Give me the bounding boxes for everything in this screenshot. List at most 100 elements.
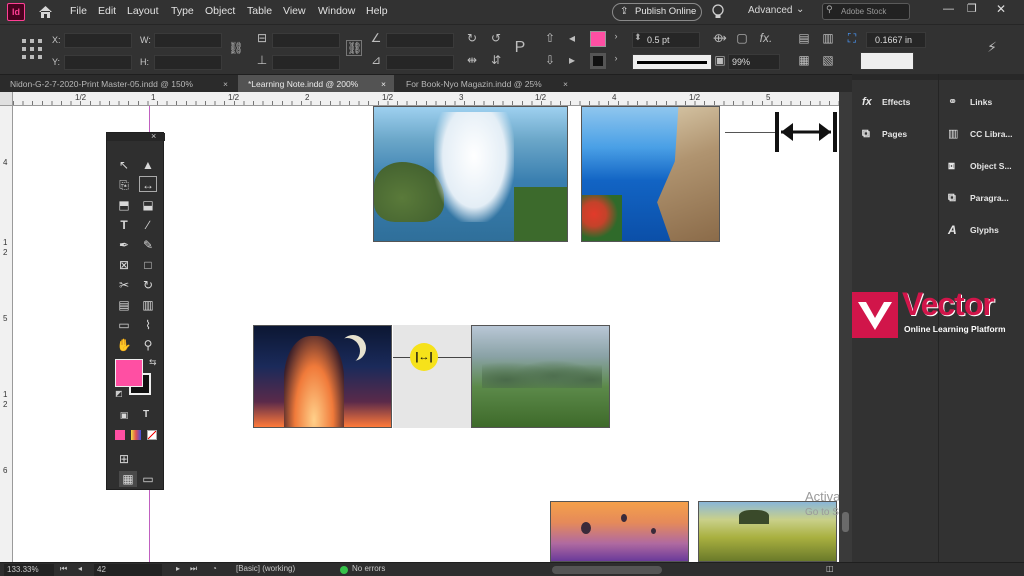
direct-selection-tool-icon[interactable]: ▲ — [139, 157, 157, 173]
shear-angle-icon[interactable]: ⊿ — [368, 53, 384, 67]
select-container-icon[interactable]: ⇧ — [542, 31, 558, 45]
close-icon[interactable]: × — [223, 75, 228, 93]
quick-apply-icon[interactable]: ⚡ — [984, 39, 1000, 56]
rotate-cw-icon[interactable]: ↻ — [464, 31, 480, 45]
flip-vertical-icon[interactable]: ⇵ — [488, 53, 504, 67]
formatting-text-icon[interactable]: T — [137, 407, 155, 423]
scissors-tool-icon[interactable]: ✂ — [115, 277, 133, 293]
zoom-field[interactable]: 133.33% — [4, 564, 54, 576]
gap-tool-icon[interactable]: ↔ — [139, 176, 157, 192]
menu-edit[interactable]: Edit — [98, 5, 116, 17]
gradient-feather-tool-icon[interactable]: ▥ — [139, 297, 157, 313]
stroke-weight-field[interactable]: 0.5 pt — [632, 32, 700, 48]
horizontal-scrollbar[interactable] — [552, 566, 662, 574]
normal-view-icon[interactable]: ⊞ — [115, 451, 133, 467]
content-placer-icon[interactable]: ⬓ — [139, 197, 157, 213]
stroke-swatch[interactable] — [590, 53, 606, 69]
restore-icon[interactable]: ❐ — [967, 2, 977, 15]
scrollbar-thumb[interactable] — [842, 512, 849, 532]
x-field[interactable] — [64, 33, 132, 48]
select-next-icon[interactable]: ▸ — [564, 53, 580, 67]
lightbulb-icon[interactable] — [711, 4, 725, 20]
menu-view[interactable]: View — [283, 5, 306, 17]
hand-tool-icon[interactable]: ✋ — [115, 337, 133, 353]
pencil-tool-icon[interactable]: ✎ — [139, 237, 157, 253]
waterfall-image[interactable] — [373, 106, 568, 242]
panel-effects[interactable]: fx Effects — [852, 86, 938, 118]
type-tool-icon[interactable]: T — [115, 217, 133, 233]
tab-print-master[interactable]: Nidon-G-2-7-2020-Print Master-05.indd @ … — [0, 75, 236, 93]
menu-help[interactable]: Help — [366, 5, 388, 17]
gap-field[interactable]: 0.1667 in — [866, 32, 926, 48]
home-icon[interactable] — [38, 5, 53, 19]
scale-x-field[interactable] — [272, 33, 340, 48]
rotate-angle-icon[interactable]: ∠ — [368, 31, 384, 45]
align-center-icon[interactable]: ▥ — [820, 31, 836, 45]
rotate-tool-icon[interactable]: ↻ — [139, 277, 157, 293]
adobe-stock-search[interactable]: Adobe Stock — [822, 3, 910, 20]
preflight-icon[interactable]: ◔ — [212, 564, 217, 573]
apply-gradient-icon[interactable] — [131, 430, 141, 440]
distribute-v-icon[interactable]: ▧ — [820, 53, 836, 67]
scale-y-field[interactable] — [272, 55, 340, 70]
scale-x-icon[interactable]: ⊟ — [254, 31, 270, 45]
fill-dropdown-icon[interactable]: › — [608, 31, 624, 41]
height-field[interactable] — [154, 55, 222, 70]
last-page-icon[interactable]: ⏭ — [190, 564, 197, 574]
menu-table[interactable]: Table — [247, 5, 272, 17]
gap-tool-icon[interactable]: ⛶ — [844, 31, 860, 46]
menu-type[interactable]: Type — [171, 5, 194, 17]
line-tool-icon[interactable]: ∕ — [139, 217, 157, 233]
close-icon[interactable]: ✕ — [996, 2, 1006, 16]
screen-mode-icon[interactable]: ▦ — [119, 471, 137, 487]
flip-horizontal-icon[interactable]: ⇹ — [464, 53, 480, 67]
rectangle-tool-icon[interactable]: □ — [139, 257, 157, 273]
karst-landscape-image[interactable] — [471, 325, 610, 428]
stepper-icon[interactable]: ⬍ — [634, 32, 642, 43]
gradient-swatch-tool-icon[interactable]: ▤ — [115, 297, 133, 313]
style-profile[interactable]: [Basic] (working) — [236, 564, 295, 573]
link-scale-icon[interactable]: ⛓ — [346, 40, 362, 56]
select-previous-icon[interactable]: ◂ — [564, 31, 580, 45]
page-tool-icon[interactable]: ⎘ — [115, 177, 133, 193]
first-page-icon[interactable]: ⏮ — [60, 564, 67, 574]
panel-paragraph[interactable]: ⧉ Paragra... — [940, 182, 1024, 214]
fill-color-box[interactable] — [115, 359, 143, 387]
tab-learning-note[interactable]: *Learning Note.indd @ 200% × — [238, 75, 394, 93]
apply-none-icon[interactable] — [147, 430, 157, 440]
tab-book-magazin[interactable]: For Book-Nyo Magazin.indd @ 25% × — [396, 75, 576, 93]
panel-object-styles[interactable]: ⧈ Object S... — [940, 150, 1024, 182]
stroke-type-select[interactable] — [632, 54, 712, 70]
eyedropper-tool-icon[interactable]: ⌇ — [139, 317, 157, 333]
rotation-field[interactable] — [386, 33, 454, 48]
opacity-icon[interactable]: ▣ — [712, 53, 728, 67]
menu-window[interactable]: Window — [318, 5, 355, 17]
panel-pages[interactable]: ⧉ Pages — [852, 118, 938, 150]
align-left-icon[interactable]: ▤ — [796, 31, 812, 45]
swap-colors-icon[interactable]: ⇆ — [149, 357, 157, 368]
ruler-origin[interactable] — [0, 92, 13, 106]
selection-tool-icon[interactable]: ↖ — [115, 157, 133, 173]
close-icon[interactable]: × — [563, 75, 568, 93]
next-page-icon[interactable]: ▸ — [176, 564, 180, 573]
zoom-tool-icon[interactable]: ⚲ — [139, 337, 157, 353]
panel-grip[interactable] — [107, 133, 165, 141]
workspace-switcher[interactable]: Advanced — [748, 5, 792, 16]
reference-point-icon[interactable] — [20, 37, 44, 61]
note-tool-icon[interactable]: ▭ — [115, 317, 133, 333]
scale-y-icon[interactable]: ⊥ — [254, 53, 270, 67]
formatting-container-icon[interactable]: ▣ — [115, 407, 133, 423]
rotate-ccw-icon[interactable]: ↺ — [488, 31, 504, 45]
chevron-down-icon[interactable]: ⌄ — [796, 4, 804, 15]
width-field[interactable] — [154, 33, 222, 48]
preview-mode-icon[interactable]: ▭ — [139, 471, 157, 487]
vertical-ruler[interactable]: 4 1 2 5 1 2 6 — [0, 92, 13, 562]
coast-image[interactable] — [581, 106, 720, 242]
opacity-field[interactable]: 99% — [728, 54, 780, 70]
vertical-scrollbar[interactable] — [839, 92, 852, 562]
fitting-icon[interactable]: ⟴ — [712, 31, 728, 45]
panel-cc-libraries[interactable]: ▥ CC Libra... — [940, 118, 1024, 150]
apply-color-icon[interactable] — [115, 430, 125, 440]
fx-effects-icon[interactable]: fx. — [758, 31, 774, 45]
cave-image[interactable] — [253, 325, 392, 428]
